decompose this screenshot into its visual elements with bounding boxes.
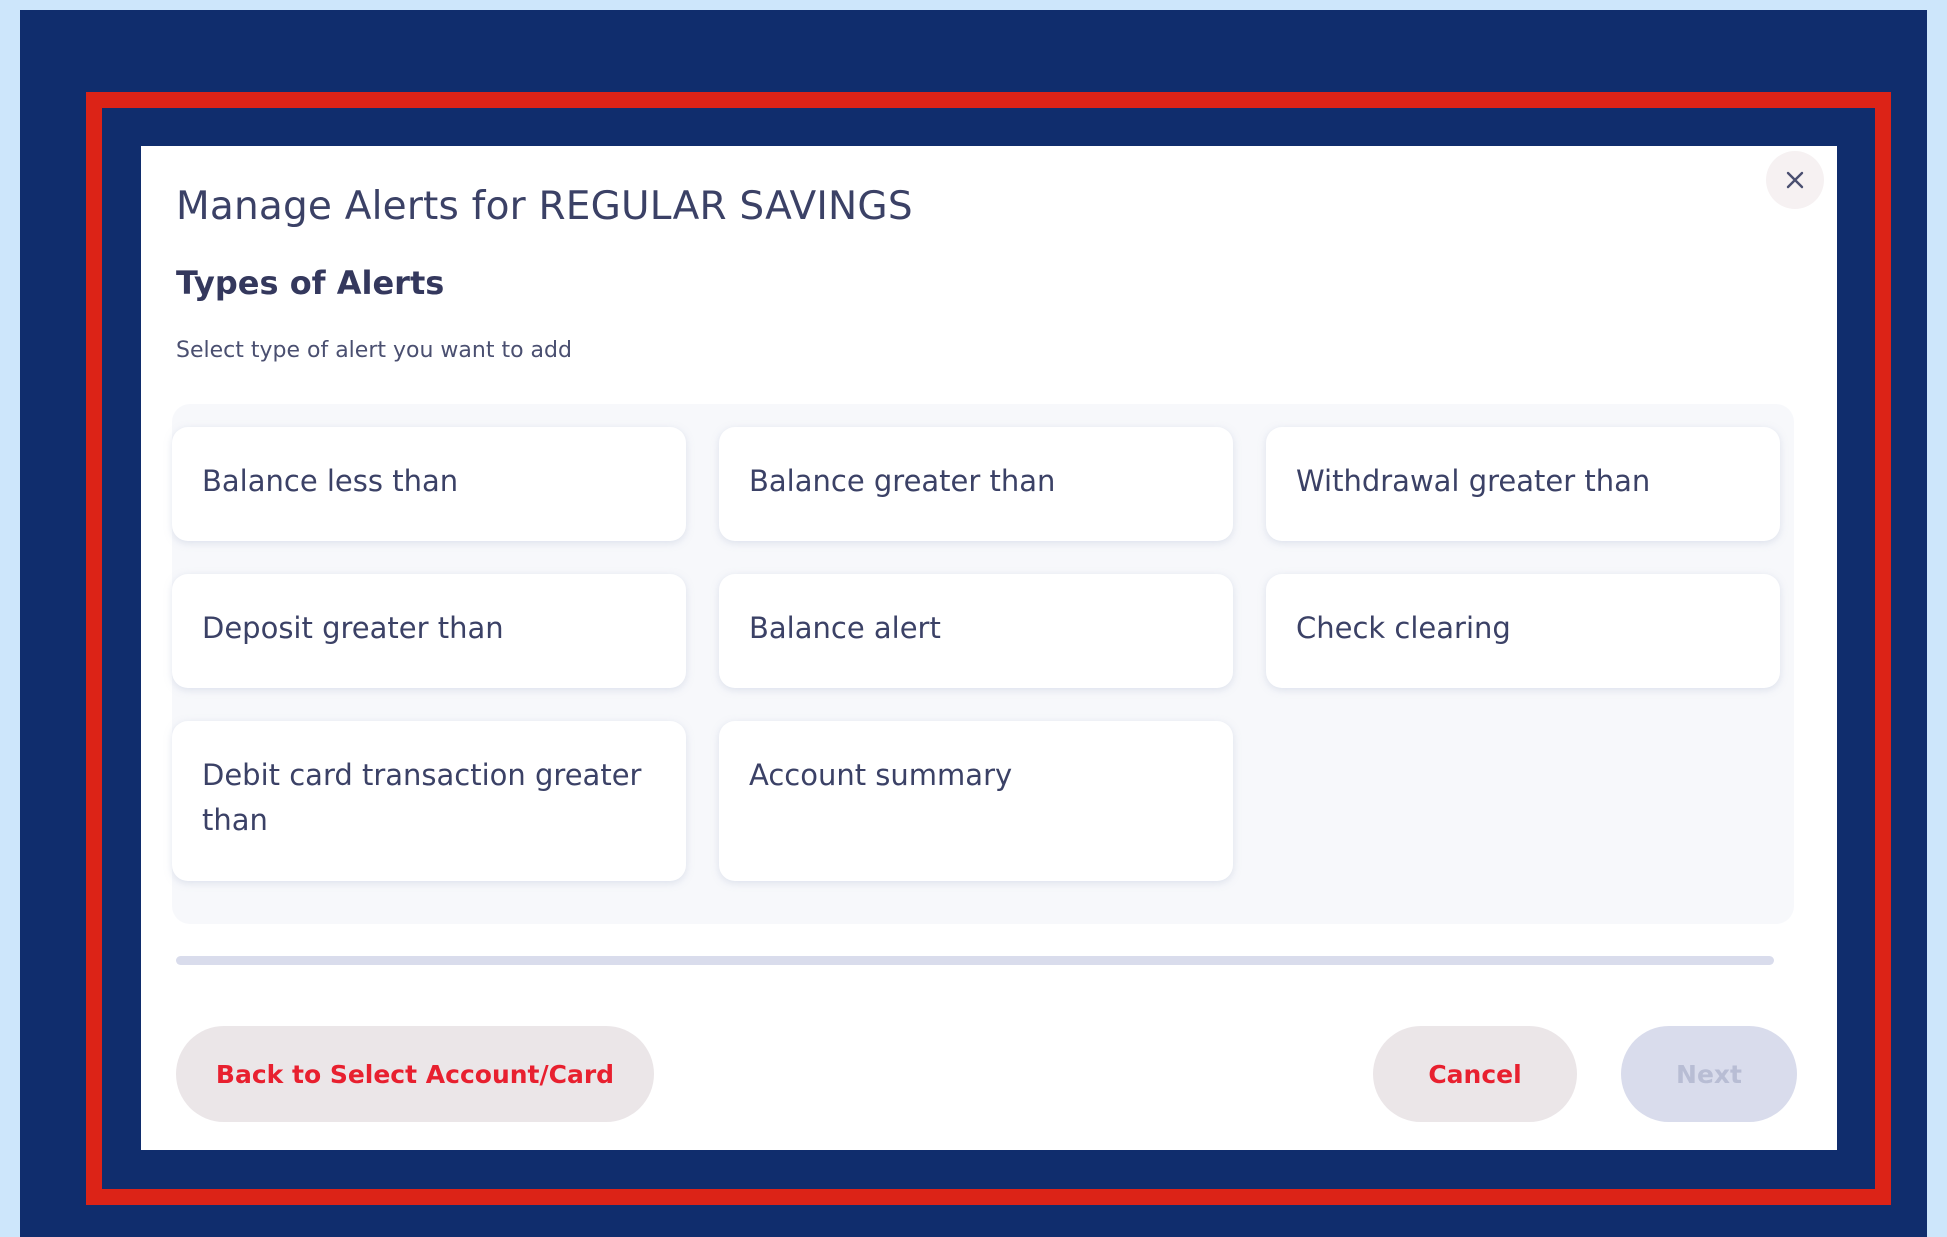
- outer-frame: Manage Alerts for REGULAR SAVINGS Types …: [20, 10, 1927, 1237]
- alert-option-balance-greater-than[interactable]: Balance greater than: [719, 427, 1233, 541]
- alert-types-panel: Balance less than Balance greater than W…: [172, 404, 1794, 924]
- next-button[interactable]: Next: [1621, 1026, 1797, 1122]
- close-icon: [1786, 171, 1804, 189]
- alert-option-account-summary[interactable]: Account summary: [719, 721, 1233, 881]
- alert-option-debit-card-transaction[interactable]: Debit card transaction greater than: [172, 721, 686, 881]
- section-heading: Types of Alerts: [176, 264, 445, 302]
- back-to-select-account-button[interactable]: Back to Select Account/Card: [176, 1026, 654, 1122]
- alert-option-check-clearing[interactable]: Check clearing: [1266, 574, 1780, 688]
- alert-option-balance-alert[interactable]: Balance alert: [719, 574, 1233, 688]
- alert-option-balance-less-than[interactable]: Balance less than: [172, 427, 686, 541]
- cancel-button[interactable]: Cancel: [1373, 1026, 1577, 1122]
- alert-option-withdrawal-greater-than[interactable]: Withdrawal greater than: [1266, 427, 1780, 541]
- section-subtitle: Select type of alert you want to add: [176, 338, 572, 363]
- close-button[interactable]: [1766, 151, 1824, 209]
- alert-option-deposit-greater-than[interactable]: Deposit greater than: [172, 574, 686, 688]
- manage-alerts-modal: Manage Alerts for REGULAR SAVINGS Types …: [141, 146, 1837, 1150]
- modal-title: Manage Alerts for REGULAR SAVINGS: [176, 184, 913, 229]
- divider: [176, 956, 1774, 965]
